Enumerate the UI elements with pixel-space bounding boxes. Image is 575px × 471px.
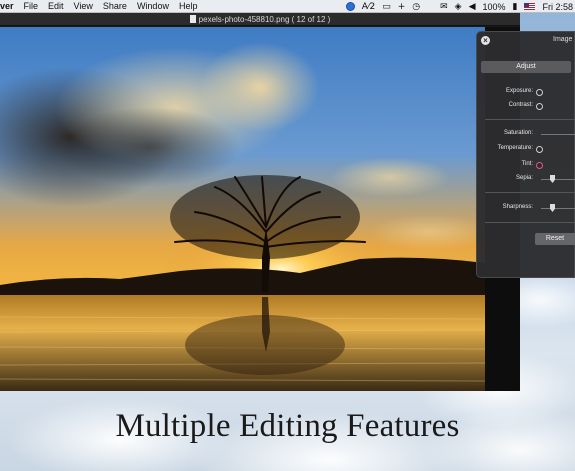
tint-knob[interactable]: [536, 162, 543, 169]
exposure-knob[interactable]: [536, 89, 543, 96]
mail-icon[interactable]: ✉: [440, 2, 448, 12]
window-titlebar[interactable]: pexels-photo-458810.png ( 12 of 12 ): [0, 13, 520, 26]
clock[interactable]: Fri 2:58: [542, 2, 573, 12]
menu-help[interactable]: Help: [179, 1, 198, 11]
caption-text: Multiple Editing Features: [115, 408, 460, 444]
sharpness-slider-thumb[interactable]: [550, 204, 555, 212]
divider: [485, 222, 575, 223]
sepia-row: Sepia:: [477, 175, 575, 184]
menu-file[interactable]: File: [24, 1, 39, 11]
status-area: A⁄2 ▭ + ◷ ✉ ◈ ◀ 100% ▮ Fri 2:58: [339, 0, 575, 13]
sepia-track[interactable]: [541, 179, 575, 180]
image-adjust-panel: × Image Adjust Exposure: Contrast: Satur…: [476, 31, 575, 278]
menu-view[interactable]: View: [74, 1, 93, 11]
window-title: pexels-photo-458810.png ( 12 of 12 ): [198, 15, 331, 24]
exposure-row: Exposure:: [477, 88, 575, 97]
sepia-slider-thumb[interactable]: [550, 175, 555, 183]
panel-title: Image: [553, 36, 573, 43]
sharpness-row: Sharpness:: [477, 204, 575, 213]
display-icon[interactable]: ▭: [382, 2, 391, 12]
menu-window[interactable]: Window: [137, 1, 169, 11]
saturation-track[interactable]: [541, 134, 575, 135]
sunset-tree-photo: [0, 27, 485, 391]
time-machine-icon[interactable]: ◷: [412, 2, 420, 12]
tint-row: Tint:: [477, 161, 575, 170]
battery-percent[interactable]: 100%: [483, 2, 506, 12]
us-flag-icon[interactable]: [524, 3, 536, 10]
globe-icon[interactable]: [345, 2, 355, 11]
plus-icon[interactable]: +: [398, 2, 406, 12]
sepia-label: Sepia:: [515, 175, 533, 181]
temperature-row: Temperature:: [477, 145, 575, 154]
photo-canvas[interactable]: [0, 27, 485, 391]
battery-icon[interactable]: ▮: [513, 2, 518, 12]
exposure-label: Exposure:: [505, 88, 533, 94]
close-icon[interactable]: ×: [481, 36, 490, 45]
document-icon: [189, 15, 196, 23]
ai-badge[interactable]: A⁄2: [362, 2, 375, 12]
menu-app-name[interactable]: ver: [0, 1, 14, 11]
saturation-row: Saturation:: [477, 130, 575, 139]
temperature-knob[interactable]: [536, 146, 543, 153]
menu-bar: ver File Edit View Share Window Help A⁄2…: [0, 0, 575, 13]
menu-edit[interactable]: Edit: [48, 1, 64, 11]
temperature-label: Temperature:: [497, 145, 533, 151]
sharpness-label: Sharpness:: [502, 204, 533, 210]
tab-adjust[interactable]: Adjust: [481, 61, 571, 73]
reset-button[interactable]: Reset: [535, 233, 575, 245]
saturation-label: Saturation:: [503, 130, 533, 136]
menu-share[interactable]: Share: [103, 1, 127, 11]
contrast-knob[interactable]: [536, 103, 543, 110]
divider: [485, 192, 575, 193]
divider: [485, 119, 575, 120]
image-viewer-window: pexels-photo-458810.png ( 12 of 12 ): [0, 13, 520, 391]
wifi-icon[interactable]: ◈: [455, 2, 462, 12]
contrast-label: Contrast:: [508, 102, 533, 108]
tint-label: Tint:: [521, 161, 533, 167]
sharpness-track[interactable]: [541, 208, 575, 209]
volume-icon[interactable]: ◀: [469, 2, 476, 12]
contrast-row: Contrast:: [477, 102, 575, 111]
